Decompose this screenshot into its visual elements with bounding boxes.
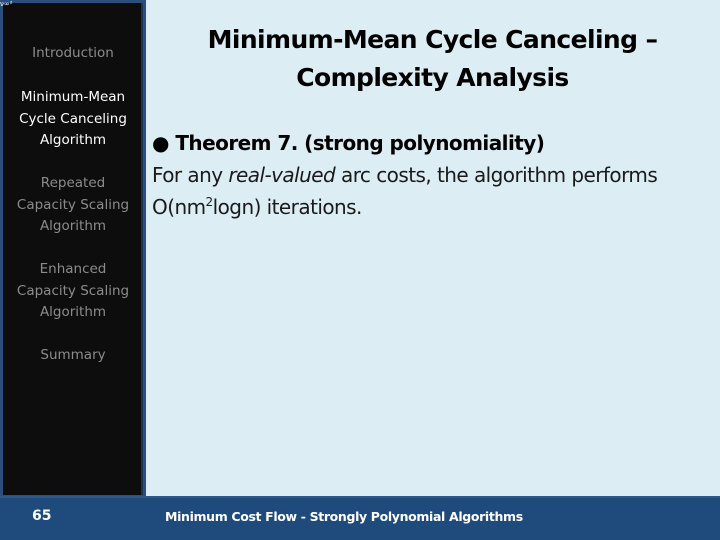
slide-title-line-2: Complexity Analysis — [296, 63, 569, 92]
nav-item-summary[interactable]: Summary — [3, 345, 143, 367]
complexity-prefix: O(nm — [152, 195, 206, 219]
statement-suffix: arc costs, the algorithm performs — [335, 163, 658, 187]
statement-emphasis: real-valued — [228, 163, 336, 187]
theorem-bullet: ● Theorem 7. (strong polynomiality) — [152, 127, 720, 159]
footer-bar: 65 Minimum Cost Flow - Strongly Polynomi… — [0, 496, 720, 540]
complexity-suffix: logn) iterations. — [212, 195, 363, 219]
slide-body: ● Theorem 7. (strong polynomiality) For … — [152, 127, 720, 223]
page-number: 65 — [32, 508, 52, 524]
nav-item-minimum-mean-cycle-canceling[interactable]: Minimum-Mean Cycle Canceling Algorithm — [3, 87, 143, 152]
slide-title: Minimum-Mean Cycle Canceling – Complexit… — [150, 21, 715, 97]
theorem-statement-line-1: For any real-valued arc costs, the algor… — [152, 159, 720, 191]
slide-title-line-1: Minimum-Mean Cycle Canceling – — [207, 25, 658, 54]
nav-item-enhanced-capacity-scaling[interactable]: Enhanced Capacity Scaling Algorithm — [3, 259, 143, 324]
nav-item-introduction[interactable]: Introduction — [3, 43, 143, 65]
theorem-heading: Theorem 7. (strong polynomiality) — [175, 131, 545, 155]
bullet-icon: ● — [152, 131, 169, 155]
footer-title: Minimum Cost Flow - Strongly Polynomial … — [165, 509, 523, 524]
statement-prefix: For any — [152, 163, 229, 187]
complexity-exponent: 2 — [205, 195, 214, 209]
nav-item-repeated-capacity-scaling[interactable]: Repeated Capacity Scaling Algorithm — [3, 173, 143, 238]
corner-mark: ν∞² — [0, 0, 13, 8]
theorem-statement-line-2: O(nm2logn) iterations. — [152, 191, 720, 223]
sidebar-navigation: Introduction Minimum-Mean Cycle Cancelin… — [3, 3, 143, 495]
